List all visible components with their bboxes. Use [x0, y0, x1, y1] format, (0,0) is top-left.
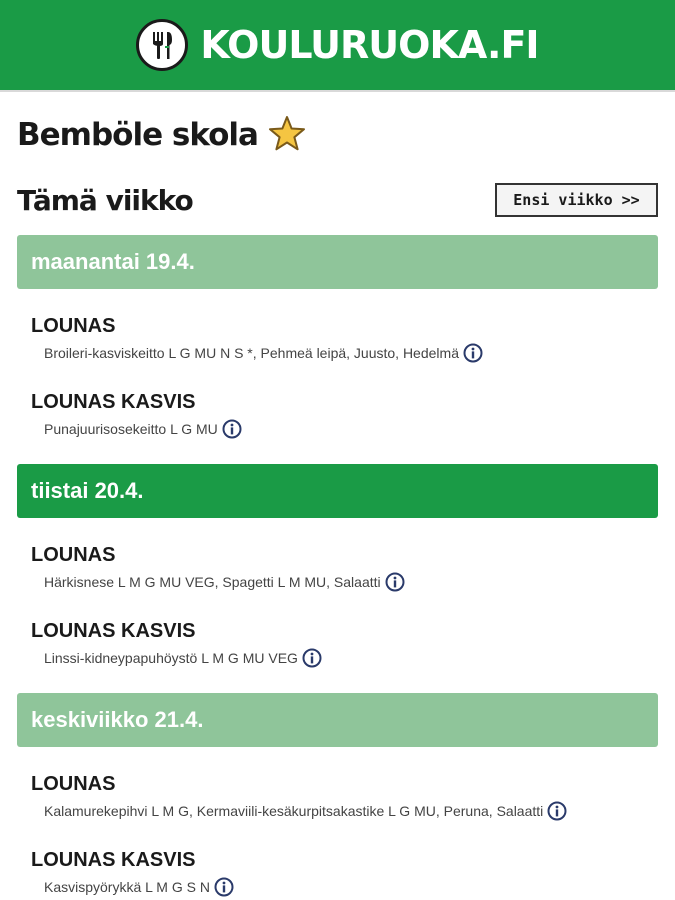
- week-nav-row: Tämä viikko Ensi viikko >>: [17, 180, 658, 220]
- week-title: Tämä viikko: [17, 183, 194, 217]
- meal-title: LOUNAS: [31, 315, 116, 337]
- meal-title: LOUNAS: [31, 544, 116, 566]
- meal-description: Punajuurisosekeitto L G MU: [31, 419, 658, 439]
- day-header-wednesday: keskiviikko 21.4.: [17, 693, 658, 747]
- brand-logo-text[interactable]: KOULURUOKA.FI: [200, 23, 539, 67]
- main-content: Bemböle skola Tämä viikko Ensi viikko >>…: [0, 112, 675, 897]
- meal-description-text: Linssi-kidneypapuhöystö L M G MU VEG: [44, 650, 298, 666]
- star-icon[interactable]: [268, 115, 306, 155]
- site-header: KOULURUOKA.FI: [0, 0, 675, 92]
- school-title-row: Bemböle skola: [17, 112, 658, 158]
- info-icon[interactable]: [222, 419, 242, 439]
- fork-knife-plate-icon[interactable]: [136, 19, 189, 71]
- meal-item: LOUNAS Härkisnese L M G MU VEG, Spagetti…: [17, 544, 658, 592]
- meal-description: Kalamurekepihvi L M G, Kermaviili-kesäku…: [31, 801, 658, 821]
- meal-title: LOUNAS KASVIS: [31, 620, 196, 642]
- info-icon[interactable]: [463, 343, 483, 363]
- meal-description: Kasvispyörykkä L M G S N: [31, 877, 658, 897]
- meal-title: LOUNAS: [31, 773, 116, 795]
- info-icon[interactable]: [302, 648, 322, 668]
- next-week-button[interactable]: Ensi viikko >>: [495, 183, 658, 217]
- day-header-monday: maanantai 19.4.: [17, 235, 658, 289]
- meal-title: LOUNAS KASVIS: [31, 391, 196, 413]
- meal-description-text: Kasvispyörykkä L M G S N: [44, 879, 210, 895]
- meal-description: Linssi-kidneypapuhöystö L M G MU VEG: [31, 648, 658, 668]
- meal-title: LOUNAS KASVIS: [31, 849, 196, 871]
- info-icon[interactable]: [214, 877, 234, 897]
- info-icon[interactable]: [547, 801, 567, 821]
- meal-description-text: Härkisnese L M G MU VEG, Spagetti L M MU…: [44, 574, 381, 590]
- meal-description: Härkisnese L M G MU VEG, Spagetti L M MU…: [31, 572, 658, 592]
- meal-item: LOUNAS KASVIS Linssi-kidneypapuhöystö L …: [17, 620, 658, 668]
- meal-item: LOUNAS Broileri-kasviskeitto L G MU N S …: [17, 315, 658, 363]
- meal-item: LOUNAS KASVIS Punajuurisosekeitto L G MU: [17, 391, 658, 439]
- meal-description-text: Punajuurisosekeitto L G MU: [44, 421, 218, 437]
- meal-item: LOUNAS Kalamurekepihvi L M G, Kermaviili…: [17, 773, 658, 821]
- meal-description-text: Kalamurekepihvi L M G, Kermaviili-kesäku…: [44, 803, 544, 819]
- meal-description: Broileri-kasviskeitto L G MU N S *, Pehm…: [31, 343, 658, 363]
- meal-item: LOUNAS KASVIS Kasvispyörykkä L M G S N: [17, 849, 658, 897]
- page-title: Bemböle skola: [17, 117, 259, 153]
- meal-description-text: Broileri-kasviskeitto L G MU N S *, Pehm…: [44, 345, 459, 361]
- info-icon[interactable]: [385, 572, 405, 592]
- day-header-tuesday: tiistai 20.4.: [17, 464, 658, 518]
